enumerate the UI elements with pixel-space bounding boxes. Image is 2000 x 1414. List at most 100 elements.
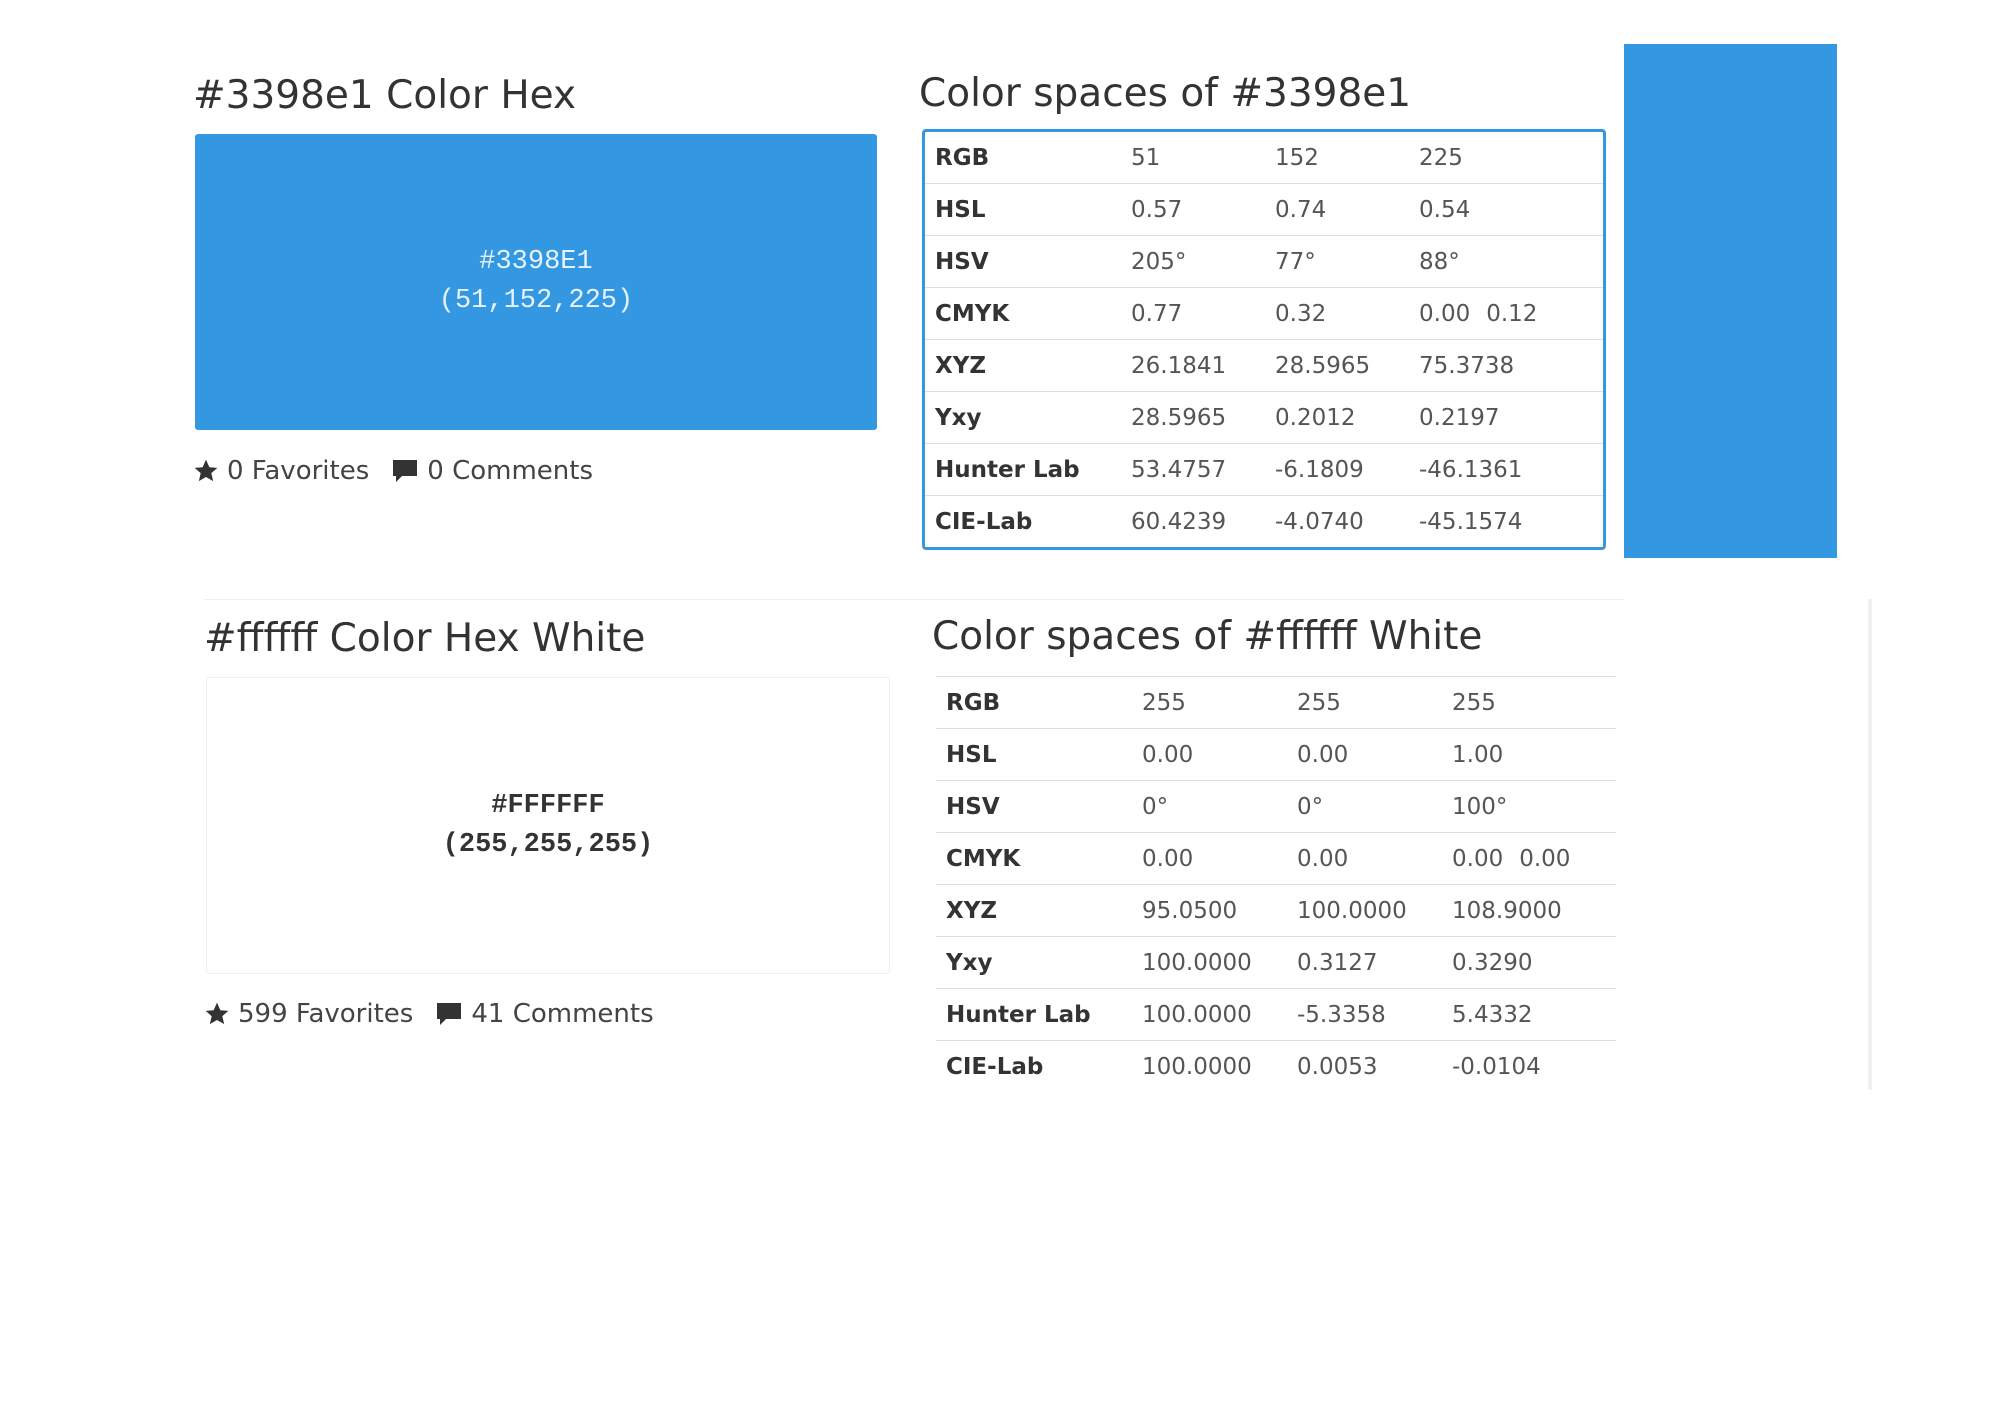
color-heading-ffffff: #ffffff Color Hex White <box>204 616 646 661</box>
row-label: Yxy <box>925 391 1121 443</box>
row-label: Hunter Lab <box>925 443 1121 495</box>
favorites-count[interactable]: 0 Favorites <box>227 454 369 488</box>
comment-icon[interactable] <box>435 1001 463 1027</box>
value-cell: 0.74 <box>1265 183 1409 235</box>
scroll-rail <box>1868 599 1872 1090</box>
value-cell-text: 28.5965 <box>1131 404 1227 431</box>
favorites-comments-row: 0 Favorites 0 Comments <box>193 454 593 488</box>
row-label-text: HSL <box>946 741 997 768</box>
value-cell: 0.00 0.00 <box>1442 832 1616 885</box>
value-cell: 255 <box>1287 677 1442 729</box>
star-icon[interactable] <box>193 458 219 484</box>
comment-icon[interactable] <box>391 458 419 484</box>
value-cell: 0.00 0.12 <box>1409 287 1603 339</box>
value-cell-text: 0.00 <box>1142 741 1194 768</box>
value-cell: 100.0000 <box>1132 988 1287 1041</box>
section-divider <box>204 599 1624 600</box>
row-label-text: RGB <box>935 144 990 171</box>
value-cell: 100.0000 <box>1287 884 1442 937</box>
row-label: XYZ <box>925 339 1121 391</box>
row-label: CIE-Lab <box>925 495 1121 547</box>
table-row: CMYK 0.00 0.00 0.00 0.00 <box>936 832 1616 885</box>
value-cell: -0.0104 <box>1442 1040 1616 1092</box>
row-label-text: XYZ <box>946 897 998 924</box>
value-cell-text: 0.0053 <box>1297 1053 1378 1080</box>
value-cell-text: 26.1841 <box>1131 352 1227 379</box>
value-cell-text: 0.2197 <box>1419 404 1500 431</box>
value-cell-text: 0.32 <box>1275 300 1327 327</box>
comments-count[interactable]: 41 Comments <box>471 997 653 1031</box>
table-row: HSV 205° 77° 88° <box>925 235 1603 287</box>
row-label-text: CIE-Lab <box>946 1053 1044 1080</box>
color-heading-3398e1: #3398e1 Color Hex <box>193 73 577 118</box>
row-label-text: HSV <box>935 248 989 275</box>
value-cell: 0.2012 <box>1265 391 1409 443</box>
value-cell: 100.0000 <box>1132 1040 1287 1092</box>
value-cell: 100° <box>1442 780 1616 833</box>
table-row: HSL 0.57 0.74 0.54 <box>925 183 1603 235</box>
value-cell-text: -4.0740 <box>1275 508 1364 535</box>
value-cell: 0.54 <box>1409 183 1603 235</box>
value-cell-text: 0.3290 <box>1452 949 1533 976</box>
table-row: CIE-Lab 100.0000 0.0053 -0.0104 <box>936 1040 1616 1092</box>
value-cell-text: 0.54 <box>1419 196 1471 223</box>
comments-count[interactable]: 0 Comments <box>427 454 593 488</box>
value-cell-text: 0.57 <box>1131 196 1183 223</box>
table-row: HSV 0° 0° 100° <box>936 780 1616 833</box>
swatch-hex-label: #3398E1 <box>479 247 593 277</box>
table-row: RGB 51 152 225 <box>925 132 1603 183</box>
color-spaces-heading-3398e1: Color spaces of #3398e1 <box>919 71 1412 116</box>
value-cell-text: 255 <box>1142 689 1186 716</box>
value-cell: 0.00 <box>1132 832 1287 885</box>
table-row: CMYK 0.77 0.32 0.00 0.12 <box>925 287 1603 339</box>
color-swatch-ffffff: #FFFFFF (255,255,255) <box>206 677 890 974</box>
value-cell-text: 225 <box>1419 144 1463 171</box>
value-cell: 51 <box>1121 132 1265 183</box>
value-cell: 88° <box>1409 235 1603 287</box>
value-cell-text: 108.9000 <box>1452 897 1562 924</box>
row-label: XYZ <box>936 884 1132 937</box>
value-cell: 95.0500 <box>1132 884 1287 937</box>
value-cell-text: 100.0000 <box>1142 949 1252 976</box>
value-cell: 225 <box>1409 132 1603 183</box>
value-cell-text: 60.4239 <box>1131 508 1227 535</box>
value-cell-text: 0.12 <box>1486 300 1538 327</box>
value-cell: 60.4239 <box>1121 495 1265 547</box>
row-label: CMYK <box>925 287 1121 339</box>
value-cell-text: 0° <box>1142 793 1169 820</box>
value-cell-text: -0.0104 <box>1452 1053 1541 1080</box>
swatch-rgb-label: (255,255,255) <box>442 829 654 860</box>
row-label-text: XYZ <box>935 352 987 379</box>
value-cell: -46.1361 <box>1409 443 1603 495</box>
value-cell: 0.3127 <box>1287 936 1442 989</box>
row-label: Hunter Lab <box>936 988 1132 1041</box>
value-cell-text: 0.3127 <box>1297 949 1378 976</box>
favorites-comments-row: 599 Favorites 41 Comments <box>204 997 654 1031</box>
value-cell-text: 205° <box>1131 248 1187 275</box>
value-cell: 0.57 <box>1121 183 1265 235</box>
color-swatch-3398e1: #3398E1 (51,152,225) <box>195 134 877 430</box>
star-icon[interactable] <box>204 1001 230 1027</box>
value-cell: -5.3358 <box>1287 988 1442 1041</box>
color-spaces-heading-ffffff: Color spaces of #ffffff White <box>932 614 1483 659</box>
row-label-text: Yxy <box>946 949 993 976</box>
table-row: CIE-Lab 60.4239 -4.0740 -45.1574 <box>925 495 1603 547</box>
table-row: Yxy 100.0000 0.3127 0.3290 <box>936 936 1616 989</box>
value-cell-text: 28.5965 <box>1275 352 1371 379</box>
row-label: HSV <box>925 235 1121 287</box>
value-cell-text: 1.00 <box>1452 741 1504 768</box>
value-cell: 255 <box>1132 677 1287 729</box>
color-spaces-table-ffffff: RGB 255 255 255 HSL 0.00 0.00 1.00 HSV 0° 0° 100° CM… <box>936 676 1616 1092</box>
value-cell: 77° <box>1265 235 1409 287</box>
value-cell: 1.00 <box>1442 728 1616 781</box>
value-cell-text: 100.0000 <box>1297 897 1407 924</box>
value-cell-text: 0.74 <box>1275 196 1327 223</box>
value-cell-text: 0.00 <box>1297 741 1349 768</box>
row-label-text: Yxy <box>935 404 982 431</box>
value-cell: 26.1841 <box>1121 339 1265 391</box>
table-row: HSL 0.00 0.00 1.00 <box>936 728 1616 781</box>
value-cell-text: -45.1574 <box>1419 508 1523 535</box>
row-label-text: CIE-Lab <box>935 508 1033 535</box>
row-label-text: HSL <box>935 196 986 223</box>
favorites-count[interactable]: 599 Favorites <box>238 997 413 1031</box>
